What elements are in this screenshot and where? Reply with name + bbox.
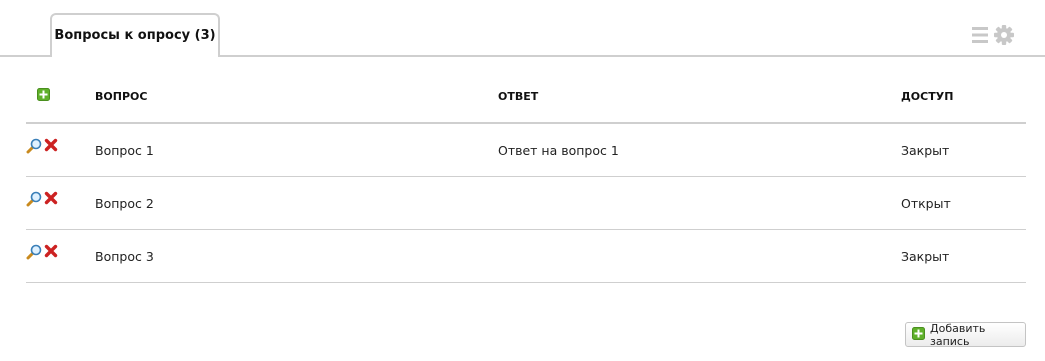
add-row-icon[interactable] xyxy=(37,88,50,104)
table-row: Вопрос 2 Открыт xyxy=(26,177,1026,230)
delete-icon[interactable] xyxy=(44,191,58,210)
column-header-question[interactable]: ВОПРОС xyxy=(95,70,147,122)
view-icon[interactable] xyxy=(26,244,42,263)
cell-question: Вопрос 1 xyxy=(95,142,154,158)
column-header-answer[interactable]: ОТВЕТ xyxy=(498,70,538,122)
cell-question: Вопрос 3 xyxy=(95,248,154,264)
tab-bar: Вопросы к опросу (3) xyxy=(0,0,1045,57)
table-row: Вопрос 3 Закрыт xyxy=(26,230,1026,283)
cell-access: Закрыт xyxy=(901,248,950,264)
add-record-button[interactable]: Добавить запись xyxy=(905,321,1026,348)
list-icon[interactable] xyxy=(971,24,989,50)
tab-questions[interactable]: Вопросы к опросу (3) xyxy=(50,13,220,57)
add-record-label: Добавить запись xyxy=(930,321,986,348)
header-actions xyxy=(26,70,86,122)
add-icon xyxy=(912,326,925,343)
column-header-access[interactable]: ДОСТУП xyxy=(901,70,953,122)
cell-question: Вопрос 2 xyxy=(95,195,154,211)
row-actions xyxy=(26,177,86,229)
delete-icon[interactable] xyxy=(44,138,58,157)
cell-answer: Ответ на вопрос 1 xyxy=(498,142,619,158)
view-icon[interactable] xyxy=(26,138,42,157)
cell-access: Открыт xyxy=(901,195,951,211)
view-icon[interactable] xyxy=(26,191,42,210)
delete-icon[interactable] xyxy=(44,244,58,263)
table-header: ВОПРОС ОТВЕТ ДОСТУП xyxy=(26,70,1026,124)
table-row: Вопрос 1 Ответ на вопрос 1 Закрыт xyxy=(26,124,1026,177)
gear-icon[interactable] xyxy=(993,24,1015,50)
questions-table: ВОПРОС ОТВЕТ ДОСТУП Вопрос 1 Ответ на во… xyxy=(26,70,1026,283)
row-actions xyxy=(26,230,86,282)
tab-underline-cover xyxy=(52,55,218,57)
row-actions xyxy=(26,124,86,176)
cell-access: Закрыт xyxy=(901,142,950,158)
